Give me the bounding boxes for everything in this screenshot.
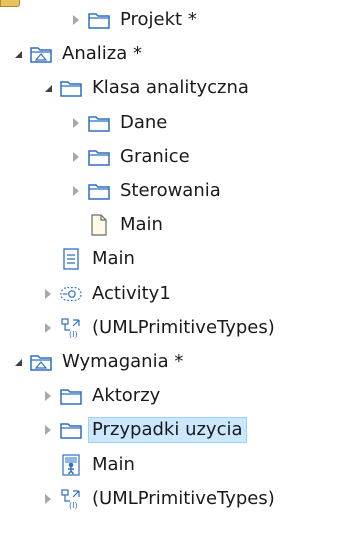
- tree-item-wymagania[interactable]: Wymagania *: [10, 345, 187, 379]
- expand-toggle[interactable]: [68, 3, 84, 37]
- tree-item-projekt[interactable]: Projekt *: [68, 3, 201, 37]
- chevron-right-icon: [73, 152, 79, 162]
- collapse-toggle[interactable]: [10, 345, 26, 379]
- package-diagram-icon: [30, 43, 52, 65]
- folder-icon: [88, 180, 110, 202]
- folder-icon: [88, 112, 110, 134]
- tree-item-label: Granice: [120, 146, 190, 167]
- tree-item-granice[interactable]: Granice: [68, 140, 194, 174]
- chevron-right-icon: [45, 323, 51, 333]
- chevron-right-icon: [45, 425, 51, 435]
- primitive-types-icon: (I): [60, 488, 82, 510]
- expand-toggle[interactable]: [68, 140, 84, 174]
- folder-icon: [60, 419, 82, 441]
- tree-item-main-class-diagram[interactable]: Main: [68, 208, 167, 242]
- activity-icon: [60, 283, 82, 305]
- tree-item-label: Przypadki uzycia: [88, 417, 247, 443]
- chevron-down-icon: [44, 84, 52, 92]
- folder-icon: [60, 77, 82, 99]
- expand-toggle[interactable]: [68, 106, 84, 140]
- use-case-diagram-icon: [60, 454, 82, 476]
- collapse-toggle[interactable]: [40, 71, 56, 105]
- tree-item-sterowania[interactable]: Sterowania: [68, 174, 225, 208]
- expand-toggle[interactable]: [40, 277, 56, 311]
- tree-item-label: Sterowania: [120, 180, 221, 201]
- tree-item-klasa-analityczna[interactable]: Klasa analityczna: [40, 71, 253, 105]
- collapse-toggle[interactable]: [10, 37, 26, 71]
- tree-item-label: Wymagania *: [62, 351, 184, 372]
- chevron-right-icon: [45, 289, 51, 299]
- tree-item-label: (UMLPrimitiveTypes): [92, 488, 275, 509]
- tree-item-label: Analiza *: [62, 43, 142, 64]
- package-diagram-icon: [30, 351, 52, 373]
- tree-item-label: Main: [120, 214, 163, 235]
- svg-text:(I): (I): [69, 501, 78, 510]
- diagram-page-icon: [88, 214, 110, 236]
- svg-text:(I): (I): [69, 330, 78, 339]
- tree-item-label: Projekt *: [120, 9, 197, 30]
- tree-item-przypadki-uzycia[interactable]: Przypadki uzycia: [40, 413, 247, 447]
- tree-item-label: Main: [92, 454, 135, 475]
- tree-item-main-use-case-diagram[interactable]: Main: [40, 448, 139, 482]
- chevron-right-icon: [73, 15, 79, 25]
- tree-item-aktorzy[interactable]: Aktorzy: [40, 379, 164, 413]
- folder-icon: [88, 9, 110, 31]
- primitive-types-icon: (I): [60, 317, 82, 339]
- tree-item-uml-primitive-types-wymagania[interactable]: (I) (UMLPrimitiveTypes): [40, 482, 279, 516]
- chevron-right-icon: [45, 391, 51, 401]
- chevron-down-icon: [14, 50, 22, 58]
- chevron-right-icon: [73, 118, 79, 128]
- tree-item-label: Aktorzy: [92, 385, 161, 406]
- tree-item-label: Klasa analityczna: [92, 77, 249, 98]
- folder-icon: [60, 385, 82, 407]
- expand-toggle[interactable]: [40, 311, 56, 345]
- tree-item-label: (UMLPrimitiveTypes): [92, 317, 275, 338]
- tree-item-label: Dane: [120, 112, 168, 133]
- expand-toggle[interactable]: [40, 413, 56, 447]
- document-icon: [60, 248, 82, 270]
- expand-toggle[interactable]: [68, 174, 84, 208]
- tree-item-analiza[interactable]: Analiza *: [10, 37, 146, 71]
- tree-item-dane[interactable]: Dane: [68, 106, 171, 140]
- chevron-down-icon: [14, 358, 22, 366]
- folder-icon: [88, 146, 110, 168]
- tree-item-label: Main: [92, 248, 135, 269]
- tree-item-main-analiza[interactable]: Main: [40, 242, 139, 276]
- expand-toggle[interactable]: [40, 482, 56, 516]
- expand-toggle[interactable]: [40, 379, 56, 413]
- root-project-icon: [0, 0, 20, 7]
- tree-item-activity1[interactable]: Activity1: [40, 277, 175, 311]
- tree-item-uml-primitive-types-analiza[interactable]: (I) (UMLPrimitiveTypes): [40, 311, 279, 345]
- chevron-right-icon: [73, 186, 79, 196]
- chevron-right-icon: [45, 494, 51, 504]
- tree-item-label: Activity1: [92, 283, 171, 304]
